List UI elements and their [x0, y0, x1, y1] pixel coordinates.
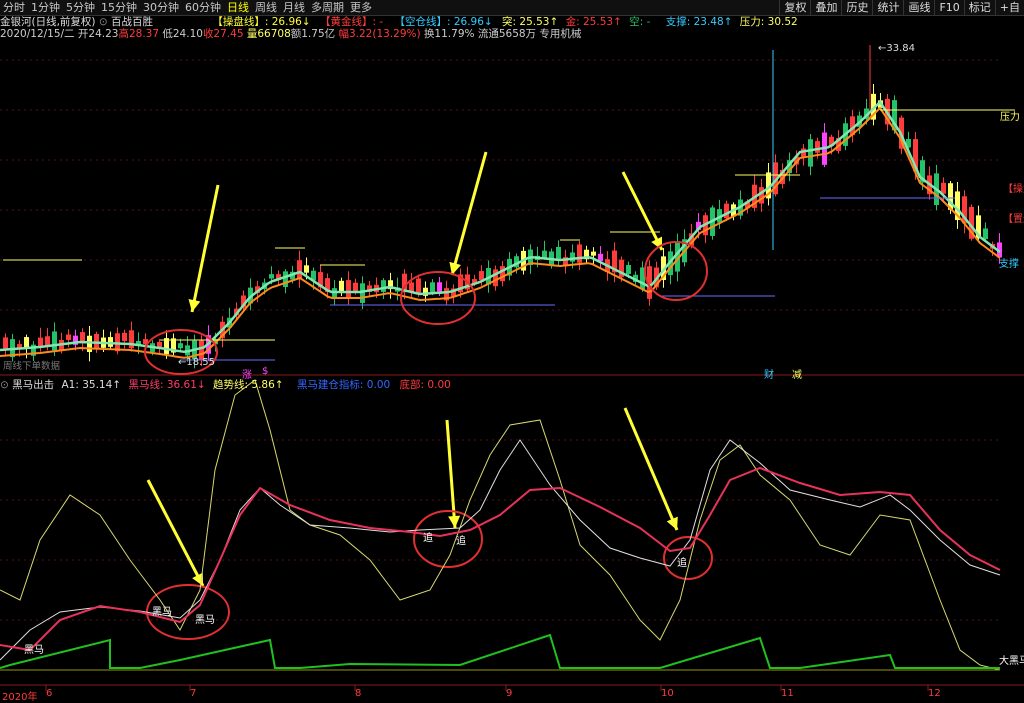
candle-body — [626, 264, 631, 274]
candle-body — [339, 280, 344, 291]
bottom-trend-line — [0, 633, 1000, 669]
x-label-nov: 11 — [781, 688, 794, 699]
max-price-label: ←33.84 — [878, 43, 916, 54]
candle-body — [360, 283, 365, 303]
candle-body — [87, 335, 92, 352]
x-label-dec: 12 — [928, 688, 941, 699]
signal-arrow-shaft — [190, 184, 220, 313]
candle-body — [45, 336, 50, 346]
candle-body — [297, 260, 302, 280]
zhui-label-a: 追 — [423, 533, 433, 544]
candle-body — [591, 251, 596, 256]
support-right-label: 支撑 — [999, 259, 1019, 270]
candle-body — [269, 274, 274, 279]
zhui-label-c: 追 — [677, 558, 687, 569]
ma-orange-line — [0, 106, 1001, 359]
trend-white-line — [0, 439, 1001, 661]
signal-circles — [144, 241, 713, 640]
x-label-jun: 6 — [46, 688, 53, 699]
signal-arrow-shaft — [450, 151, 488, 276]
sub-indicator-name[interactable]: 黑马出击 — [12, 379, 54, 391]
chart-canvas[interactable] — [0, 0, 1024, 701]
kongcang-right-label: 【置达 — [1003, 214, 1024, 225]
signal-value: 黑马建仓指标: 0.00 — [296, 379, 391, 391]
candle-body — [122, 332, 127, 342]
pressure-right-label: 压力 — [1000, 112, 1020, 123]
support-pressure-lines — [3, 109, 1015, 361]
candle-body — [542, 250, 547, 258]
sub-chart-lines — [0, 379, 1001, 671]
candle-body — [52, 331, 57, 351]
candle-body — [437, 282, 442, 292]
candle-body — [479, 271, 484, 281]
signal-arrows — [146, 151, 679, 587]
x-axis — [45, 685, 929, 691]
candle-body — [500, 266, 505, 282]
min-price-label: ←18.55 — [178, 357, 216, 368]
sub-chart-header: ⊙ 黑马出击 A1: 35.14↑ 黑马线: 36.61↓ 趋势线: 5.86↑… — [0, 379, 451, 392]
trend-value: 趋势线: 5.86↑ — [213, 379, 284, 391]
x-label-sep: 9 — [506, 688, 513, 699]
candle-body — [416, 278, 421, 294]
candle-body — [178, 343, 183, 349]
heima-value: 黑马线: 36.61↓ — [128, 379, 206, 391]
moving-average-lines — [0, 100, 1001, 359]
zhui-label-b: 追 — [456, 536, 466, 547]
signal-arrow-shaft — [623, 407, 679, 531]
candlestick-series — [3, 45, 1002, 369]
candle-body — [164, 338, 169, 355]
sub-settings-icon[interactable]: ⊙ — [0, 379, 9, 391]
candle-body — [66, 334, 71, 340]
ma-mint-line — [0, 100, 1001, 354]
bottom-value: 底部: 0.00 — [399, 379, 451, 391]
candle-body — [808, 139, 813, 167]
signal-arrow-shaft — [146, 479, 205, 587]
heima-label-b: 黑马 — [195, 615, 215, 626]
x-label-jul: 7 — [190, 688, 197, 699]
caopan-right-label: 【操盘 — [1003, 184, 1024, 195]
signal-arrowhead — [448, 515, 461, 528]
candle-body — [983, 228, 988, 240]
candle-body — [346, 280, 351, 299]
x-label-oct: 10 — [661, 688, 674, 699]
candle-body — [430, 282, 435, 292]
heima-label-a: 黑马 — [152, 607, 172, 618]
heima-left-label: 黑马 — [24, 645, 44, 656]
candle-body — [577, 244, 582, 263]
candle-body — [493, 269, 498, 287]
event-marker-finance[interactable]: 财 — [764, 366, 774, 381]
event-marker-reduce[interactable]: 减 — [792, 366, 802, 381]
candle-body — [304, 265, 309, 273]
candle-body — [815, 141, 820, 153]
x-label-aug: 8 — [355, 688, 362, 699]
da-heima-label: 大黑马 — [999, 656, 1024, 667]
candle-body — [283, 271, 288, 288]
candle-body — [332, 288, 337, 299]
candle-body — [556, 246, 561, 259]
candle-body — [94, 333, 99, 349]
event-marker-dollar[interactable]: $ — [262, 366, 268, 377]
weekly-order-text: 周线下单数据 — [3, 361, 61, 372]
a1-value: A1: 35.14↑ — [61, 379, 122, 391]
candle-body — [570, 252, 575, 262]
candle-body — [38, 337, 43, 347]
candle-body — [381, 280, 386, 292]
a1-line — [0, 379, 1001, 671]
signal-arrow-shaft — [621, 171, 664, 251]
